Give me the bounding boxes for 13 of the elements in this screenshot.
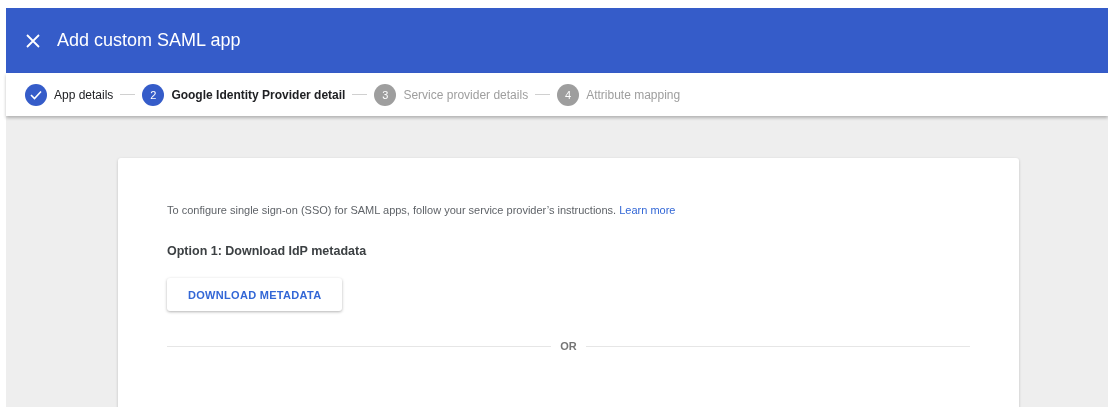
close-icon[interactable]: [26, 33, 40, 48]
step-number: 2: [142, 83, 165, 106]
step-label[interactable]: App details: [54, 87, 114, 102]
option-heading: Option 1: Download IdP metadata: [167, 244, 368, 258]
learn-more-link[interactable]: Learn more: [619, 204, 676, 216]
step-number: 4: [557, 83, 580, 106]
page-title: Add custom SAML app: [57, 30, 241, 51]
download-button[interactable]: DOWNLOAD METADATA: [167, 278, 343, 311]
intro-text: To configure single sign-on (SSO) for SAML apps, follow your service provider’s instructions. Learn more: [167, 204, 677, 216]
step-label[interactable]: Google Identity Provider detail: [171, 87, 346, 102]
step-label[interactable]: Service provider details: [403, 87, 529, 102]
step-number: 3: [374, 83, 397, 106]
divider-label: OR: [560, 340, 577, 352]
